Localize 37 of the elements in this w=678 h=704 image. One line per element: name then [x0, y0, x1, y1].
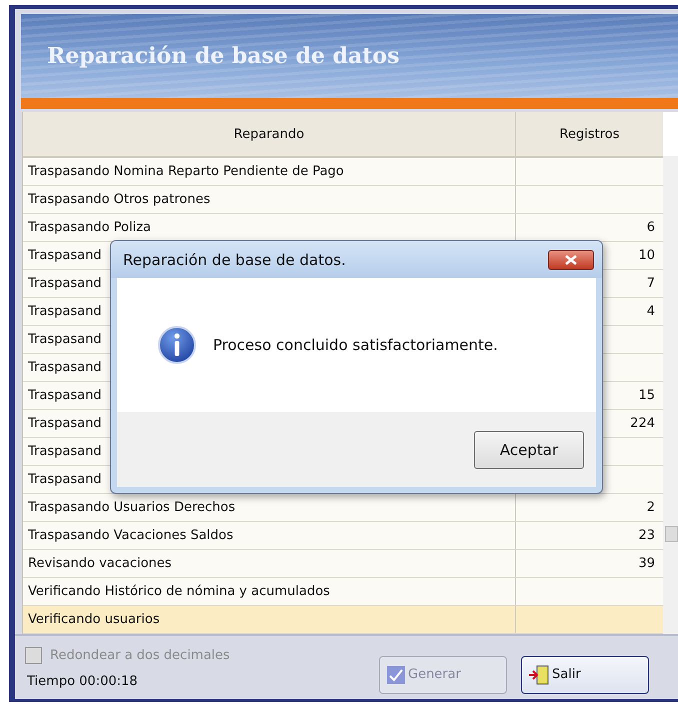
table-cell: 7: [646, 276, 655, 291]
table-cell: Traspasando Vacaciones Saldos: [23, 522, 516, 549]
table-cell: Verificando usuarios: [23, 606, 516, 633]
table-cell: Traspasando Nomina Reparto Pendiente de Pago: [23, 158, 516, 185]
table-cell: Traspasando Otros patrones: [23, 186, 516, 213]
table-cell: 6: [646, 220, 655, 235]
table-cell: 39: [638, 556, 655, 571]
door-icon: [528, 664, 550, 684]
column-header[interactable]: Registros: [516, 112, 663, 156]
close-icon: [565, 254, 577, 264]
table-cell: Revisando vacaciones: [23, 550, 516, 577]
close-button[interactable]: [548, 250, 594, 270]
accept-button[interactable]: Aceptar: [474, 430, 584, 468]
table-cell: 4: [646, 304, 655, 319]
dialog-title: Reparación de base de datos.: [123, 250, 346, 268]
dialog-message: Proceso concluido satisfactoriamente.: [213, 336, 498, 354]
table-cell: 23: [638, 528, 655, 543]
table-row[interactable]: Verificando usuarios: [23, 606, 663, 634]
checkbox-label: Redondear a dos decimales: [50, 648, 230, 662]
table-row[interactable]: Verificando Histórico de nómina y acumulados: [23, 578, 663, 606]
table-cell: 224: [630, 416, 655, 431]
window-title: Reparación de base de datos: [47, 43, 400, 69]
table-row[interactable]: Traspasando Otros patrones: [23, 186, 663, 214]
table-row[interactable]: Traspasando Usuarios Derechos 2: [23, 494, 663, 522]
table-cell: 2: [646, 500, 655, 515]
elapsed-time: Tiempo 00:00:18: [26, 674, 139, 688]
exit-button[interactable]: Salir: [521, 656, 649, 694]
table-row[interactable]: Revisando vacaciones 39: [23, 550, 663, 578]
table-row[interactable]: Traspasando Nomina Reparto Pendiente de Pago: [23, 158, 663, 186]
column-header[interactable]: Reparando: [23, 112, 516, 156]
scrollbar[interactable]: [663, 156, 678, 634]
table-row[interactable]: Traspasando Vacaciones Saldos 23: [23, 522, 663, 550]
table-cell: Verificando Histórico de nómina y acumulados: [23, 578, 516, 605]
table-row[interactable]: Traspasando Poliza 6: [23, 214, 663, 242]
table-cell: 15: [638, 388, 655, 403]
table-cell: 10: [638, 248, 655, 263]
info-icon: [157, 325, 197, 365]
